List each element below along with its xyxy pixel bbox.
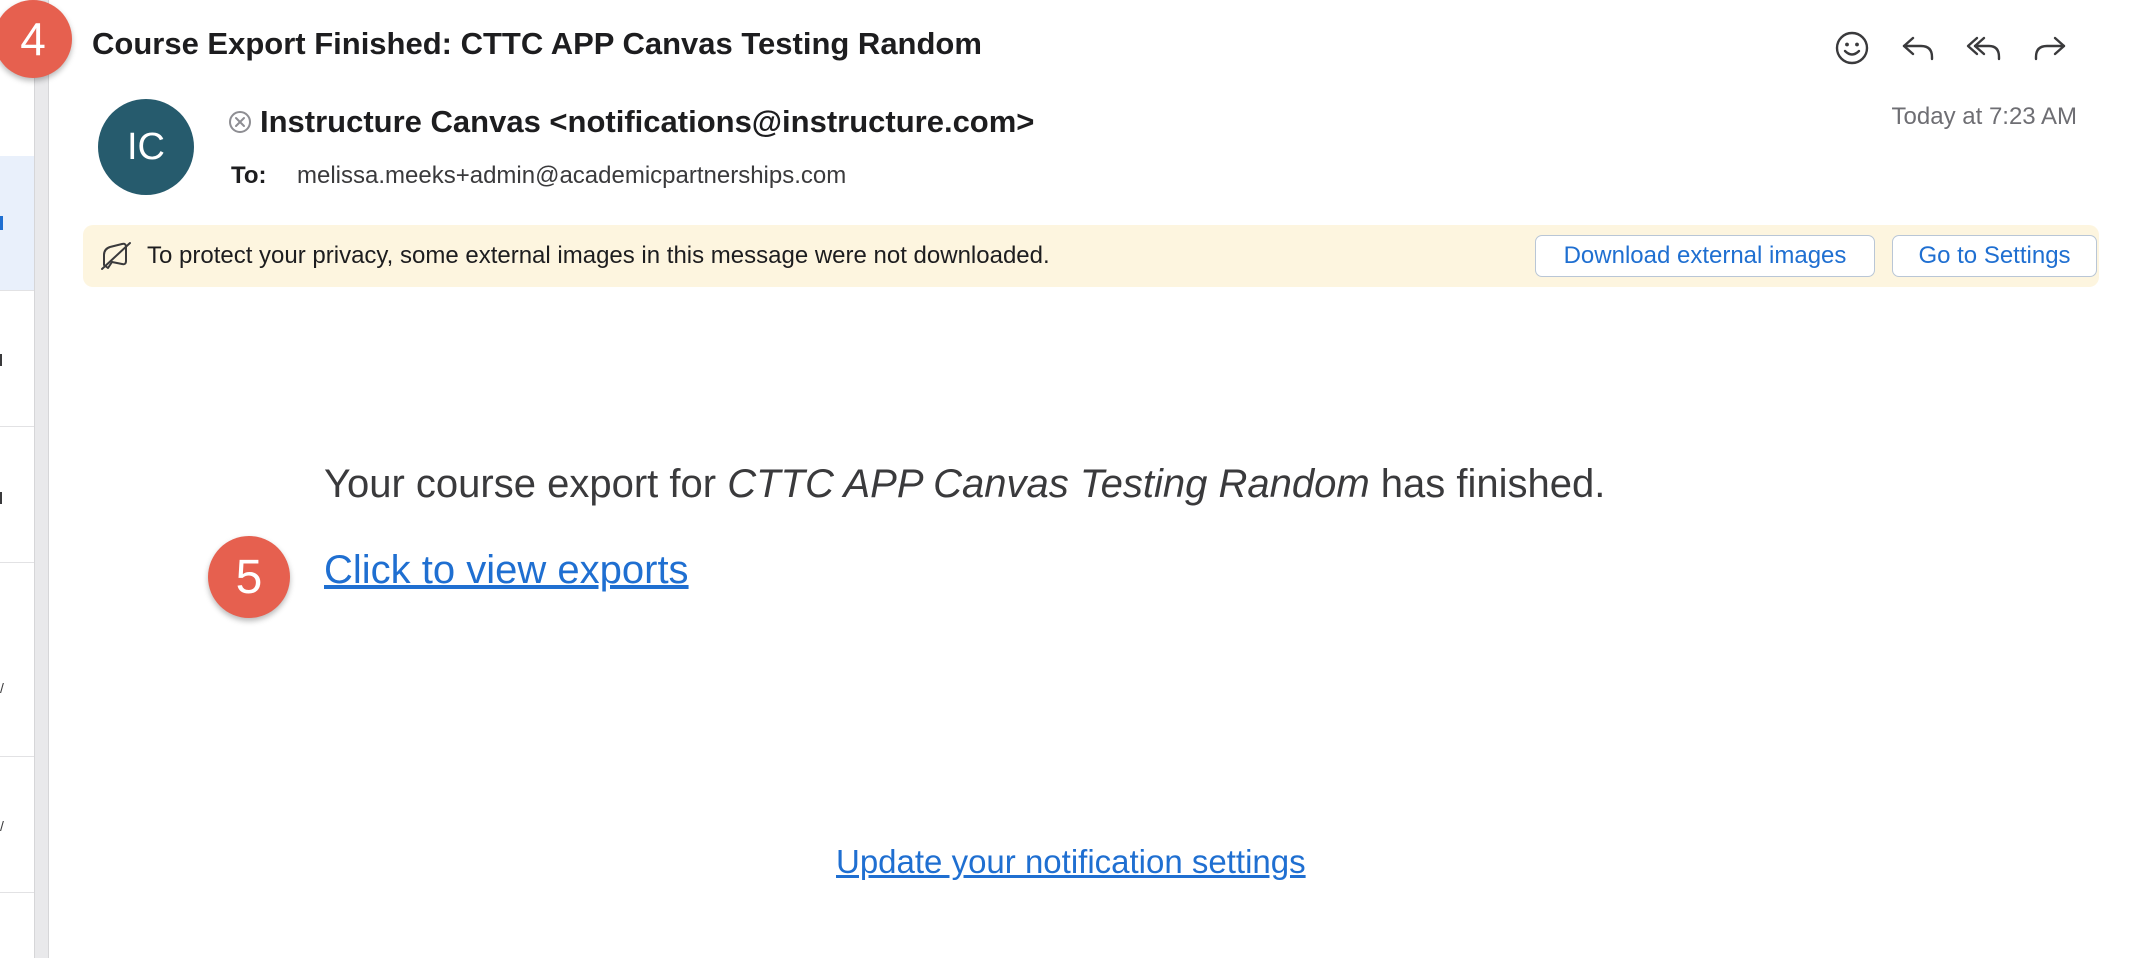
emoji-reaction-button[interactable]	[1830, 26, 1874, 70]
privacy-banner: To protect your privacy, some external i…	[83, 225, 2099, 287]
reply-icon	[1902, 36, 1934, 61]
forward-icon	[2034, 36, 2066, 61]
list-item-marker	[0, 354, 2, 366]
message-list-item[interactable]	[0, 290, 34, 427]
step-badge: 4	[0, 0, 72, 78]
reply-button[interactable]	[1896, 26, 1940, 70]
avatar: IC	[98, 99, 194, 195]
message-list-item[interactable]: /	[0, 756, 34, 893]
emoji-icon	[1835, 31, 1869, 65]
remove-sender-icon[interactable]	[228, 110, 252, 134]
forward-button[interactable]	[2028, 26, 2072, 70]
sender-row: Instructure Canvas <notifications@instru…	[228, 104, 1034, 140]
course-name: CTTC APP Canvas Testing Random	[727, 462, 1370, 506]
notification-settings-link[interactable]: Update your notification settings	[836, 843, 1306, 881]
reply-all-icon	[1966, 36, 2001, 61]
pane-divider[interactable]	[34, 0, 49, 958]
message-list: / /	[0, 0, 34, 958]
reply-all-button[interactable]	[1962, 26, 2006, 70]
message-suffix: has finished.	[1369, 462, 1606, 506]
privacy-banner-text: To protect your privacy, some external i…	[147, 242, 1050, 269]
to-label: To:	[231, 162, 267, 189]
message-toolbar	[1830, 26, 2072, 70]
recipient-row: To: melissa.meeks+admin@academicpartnersh…	[231, 162, 846, 190]
email-subject: Course Export Finished: CTTC APP Canvas …	[92, 26, 982, 61]
list-item-marker	[0, 492, 2, 504]
mail-window: / / 4 Course Export Finished: CTTC APP C…	[0, 0, 2130, 958]
message-list-item-selected[interactable]	[0, 156, 34, 291]
list-item-marker: /	[0, 818, 4, 834]
recipient-address[interactable]: melissa.meeks+admin@academicpartnerships…	[297, 162, 846, 189]
download-external-images-button[interactable]: Download external images	[1535, 235, 1875, 277]
export-finished-message: Your course export for CTTC APP Canvas T…	[324, 462, 1605, 507]
privacy-icon	[101, 242, 131, 270]
sender-name[interactable]: Instructure Canvas <notifications@instru…	[260, 104, 1034, 140]
view-exports-link[interactable]: Click to view exports	[324, 548, 689, 593]
step-badge: 5	[208, 536, 290, 618]
message-list-item[interactable]: /	[0, 562, 34, 757]
message-list-item[interactable]	[0, 426, 34, 563]
go-to-settings-button[interactable]: Go to Settings	[1892, 235, 2097, 277]
list-item-marker: /	[0, 680, 4, 696]
message-prefix: Your course export for	[324, 462, 728, 506]
selection-marker	[0, 216, 3, 230]
email-timestamp: Today at 7:23 AM	[1891, 103, 2077, 130]
